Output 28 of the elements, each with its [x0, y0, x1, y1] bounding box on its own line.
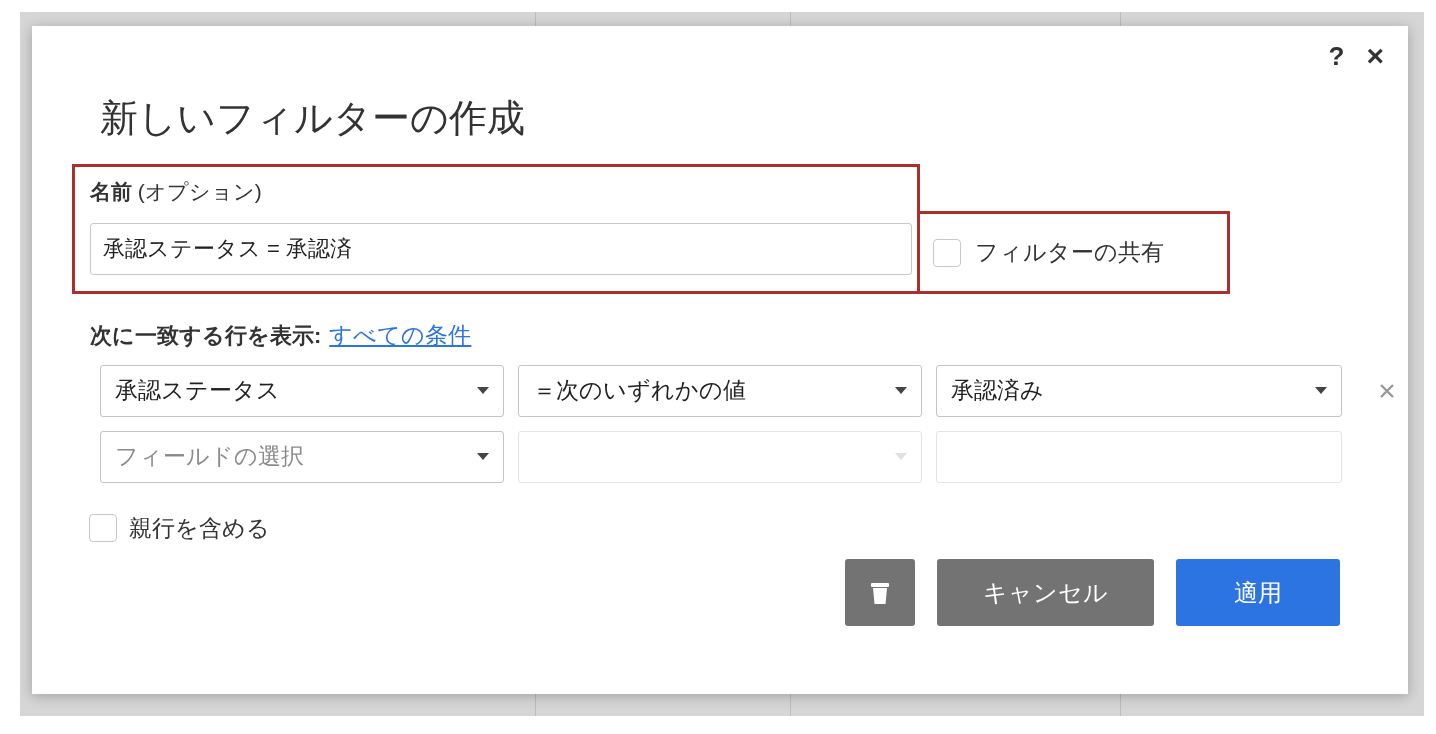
- conditions-link[interactable]: すべての条件: [329, 318, 472, 353]
- help-button[interactable]: ?: [1328, 43, 1345, 69]
- name-input-field[interactable]: 承認ステータス = 承認済: [90, 223, 912, 275]
- dropdown[interactable]: 承認済み: [936, 364, 1342, 417]
- delete-button[interactable]: [845, 559, 915, 626]
- caret-icon: [1315, 387, 1327, 394]
- field-label: 名前 (オプション): [90, 179, 263, 205]
- dropdown-placeholder: フィールドの選択: [115, 442, 304, 472]
- dropdown-value: ＝次のいずれかの値: [533, 376, 746, 406]
- checkbox-label: フィルターの共有: [975, 238, 1164, 268]
- dropdown[interactable]: ＝次のいずれかの値: [518, 364, 922, 417]
- caret-icon: [477, 453, 489, 460]
- close-button[interactable]: ×: [1366, 41, 1384, 71]
- checkbox[interactable]: [89, 513, 117, 542]
- cancel-button[interactable]: キャンセル: [937, 559, 1154, 626]
- checkbox[interactable]: [933, 238, 961, 267]
- trash-icon: [870, 580, 890, 605]
- caret-icon: [477, 387, 489, 394]
- remove-icon[interactable]: [1380, 383, 1394, 398]
- checkbox-label: 親行を含める: [129, 513, 270, 543]
- dialog-title: 新しいフィルターの作成: [99, 96, 526, 141]
- apply-button[interactable]: 適用: [1176, 559, 1340, 626]
- caret-icon: [895, 453, 907, 460]
- dropdown[interactable]: 承認ステータス: [100, 364, 504, 417]
- dropdown-value: 承認済み: [951, 376, 1044, 406]
- dropdown-value: 承認ステータス: [115, 376, 280, 406]
- match-label: 次に一致する行を表示:: [90, 321, 322, 350]
- caret-icon: [895, 387, 907, 394]
